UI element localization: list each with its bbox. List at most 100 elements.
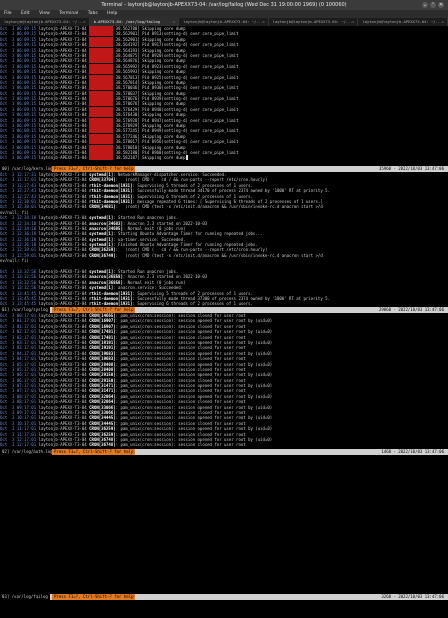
log-host: laytonjb-APEXX-T3-04 (38, 26, 87, 31)
log-host: laytonjb-APEXX-T3-04 (38, 313, 87, 318)
tab-close-icon[interactable]: × (262, 18, 264, 26)
syslog-pane[interactable]: Oct 3 12:17:31 laytonjb-APEXX-T3-04 syst… (0, 172, 448, 307)
failog-pane[interactable] (0, 455, 448, 594)
log-host: laytonjb-APEXX-T3-04 (38, 247, 87, 253)
log-host: laytonjb-APEXX-T3-04 (38, 279, 87, 285)
log-host: laytonjb-APEXX-T3-04 (38, 188, 87, 194)
log-message: 38.570037] Skipping core dump (115, 90, 186, 96)
tab-close-icon[interactable]: × (352, 18, 354, 26)
kern-log-pane[interactable]: Oct 3 06:09:15 laytonjb-APEXX-T3-04 kern… (0, 26, 448, 166)
log-message: : ua-timer.service: Succeeded. (113, 236, 186, 242)
log-process: CRON[34681] (89, 204, 116, 210)
search-highlight: kernel: [ (89, 128, 114, 134)
log-host: laytonjb-APEXX-T3-04 (38, 269, 87, 275)
log-host: laytonjb-APEXX-T3-04 (38, 149, 87, 155)
log-process: CRON[14665] (89, 313, 116, 318)
log-host: laytonjb-APEXX-T3-04 (38, 79, 87, 85)
log-host: laytonjb-APEXX-T3-04 (38, 356, 87, 362)
log-message: : pam_unix(cron:session): session opened… (115, 329, 273, 335)
log-host: laytonjb-APEXX-T3-04 (38, 220, 87, 226)
log-message: 38.562780] Skipping core dump (115, 26, 186, 31)
search-highlight: kernel: [ (89, 90, 114, 96)
status-file: 03] /var/log/failog (0, 594, 50, 600)
log-process: rtkit-daemon[1931] (89, 290, 133, 296)
menu-file[interactable]: File (4, 11, 12, 16)
log-message: : Started Run anacron jobs. (113, 215, 179, 221)
log-message: : (root) CMD (test -x /etc/init.d/anacro… (115, 252, 323, 258)
log-timestamp: Oct 3 06:09:15 (0, 128, 37, 134)
log-timestamp: Oct 3 06:09:15 (0, 155, 37, 161)
search-highlight: kernel: [ (89, 58, 114, 64)
tab-0[interactable]: laytonjb@laytonjb-APEXX73-04: ~/... × (0, 18, 90, 26)
log-timestamp: Oct 3 09:17:01 (0, 404, 37, 410)
log-timestamp: Oct 3 12:17:31 (0, 172, 37, 177)
log-line: Oct 3 13:45:45 laytonjb-APEXX-T3-04 rtki… (0, 301, 448, 306)
tab-2[interactable]: laytonjb@laytonjb-APEXX73-04: ~/... × (179, 18, 269, 26)
status-position: 3268 - 2022/10/03 13:47:06 (381, 594, 444, 599)
log-timestamp: Oct 3 12:27:43 (0, 193, 37, 199)
log-process: anacron[36858] (89, 279, 123, 285)
log-process: CRON[19683] (89, 356, 116, 362)
log-host: laytonjb-APEXX-T3-04 (38, 334, 87, 340)
window-titlebar: Terminal - laytonjb@laytonjb-APEXX73-04:… (0, 0, 448, 10)
log-host: laytonjb-APEXX-T3-04 (38, 128, 87, 134)
tab-label: laytonjb@laytonjb-APEXX73-04: ~/... (4, 19, 85, 24)
log-timestamp: Oct 3 12:36:18 (0, 242, 37, 248)
search-highlight: kernel: [ (89, 117, 114, 123)
menu-tabs[interactable]: Tabs (88, 11, 98, 16)
log-process: systemd[1] (89, 285, 114, 291)
maximize-button[interactable]: ⌃ (430, 2, 436, 8)
log-timestamp: Oct 3 12:34:10 (0, 225, 37, 231)
log-message: 38.576429] Pid 8940(setting-d) over core… (115, 106, 239, 112)
log-timestamp: Oct 3 01:17:01 (0, 323, 37, 329)
log-message: 38.565993] Skipping core dump (115, 69, 186, 75)
log-process: CRON[28408] (89, 361, 116, 367)
log-timestamp: Oct 3 02:17:01 (0, 334, 37, 340)
log-process: anacron[34685] (89, 225, 123, 231)
log-message: 38.570676] Pid 8939(setting-d) over core… (115, 96, 239, 102)
log-host: laytonjb-APEXX-T3-04 (38, 436, 87, 442)
log-host: laytonjb-APEXX-T3-04 (38, 112, 87, 118)
log-host: laytonjb-APEXX-T3-04 (38, 410, 87, 416)
search-highlight: kernel: [ (89, 26, 114, 31)
search-highlight: kernel: [ (89, 106, 114, 112)
auth-log-pane[interactable]: Oct 3 00:17:01 laytonjb-APEXX-T3-04 CRON… (0, 313, 448, 449)
close-button[interactable]: ✕ (438, 2, 444, 8)
log-host: laytonjb-APEXX-T3-04 (38, 399, 87, 405)
log-host: laytonjb-APEXX-T3-04 (38, 31, 87, 37)
menu-edit[interactable]: Edit (21, 11, 30, 16)
log-message: : pam_unix(cron:session): session opened… (115, 361, 273, 367)
log-timestamp: Oct 3 06:09:15 (0, 42, 37, 48)
tab-3[interactable]: laytonjb@laytonjb-APEXX73-04: ~/... × (269, 18, 359, 26)
log-message: : pam_unix(cron:session): session opened… (115, 426, 273, 432)
log-message: : pam_unix(cron:session): session closed… (115, 431, 246, 437)
log-message: 38.577245] Pid 8949(setting-d) over core… (115, 128, 239, 134)
log-message: 38.564876] Skipping core dump (115, 58, 186, 64)
tab-close-icon[interactable]: × (83, 18, 85, 26)
minimize-button[interactable]: ⌄ (422, 2, 428, 8)
log-host: laytonjb-APEXX-T3-04 (38, 69, 87, 75)
search-highlight: kernel: [ (89, 47, 114, 53)
log-message: : Supervising 5 threads of 2 processes o… (132, 182, 253, 188)
tab-close-icon[interactable]: × (442, 18, 444, 26)
log-process: systemd[1] (89, 236, 114, 242)
menu-help[interactable]: Help (107, 11, 117, 16)
menu-terminal[interactable]: Terminal (59, 11, 78, 16)
log-timestamp: Oct 3 02:17:01 (0, 329, 37, 335)
log-timestamp: Oct 3 05:17:01 (0, 361, 37, 367)
log-timestamp: Oct 3 06:09:15 (0, 74, 37, 80)
search-highlight: kernel: [ (89, 42, 114, 48)
log-message: : Started Run anacron jobs. (113, 269, 179, 275)
log-message: 38.562901] Pid 8913(setting-d) over core… (115, 31, 239, 37)
tab-close-icon[interactable]: × (173, 18, 175, 26)
log-message: : Starting Ubuntu Advantage Timer for ru… (113, 231, 263, 237)
log-timestamp: Oct 3 12:17:01 (0, 442, 37, 448)
log-timestamp: Oct 3 03:17:01 (0, 339, 37, 345)
log-host: laytonjb-APEXX-T3-04 (38, 290, 87, 296)
log-timestamp: Oct 3 05:17:01 (0, 366, 37, 372)
menu-view[interactable]: View (39, 11, 50, 16)
tab-4[interactable]: laytonjb@laytonjb-APEXX73-04: ~/... × (358, 18, 448, 26)
log-timestamp: Oct 3 06:09:15 (0, 26, 37, 31)
log-host: laytonjb-APEXX-T3-04 (38, 139, 87, 145)
tab-1[interactable]: b-APEXX73-04: /var/log/failog × (89, 18, 180, 26)
